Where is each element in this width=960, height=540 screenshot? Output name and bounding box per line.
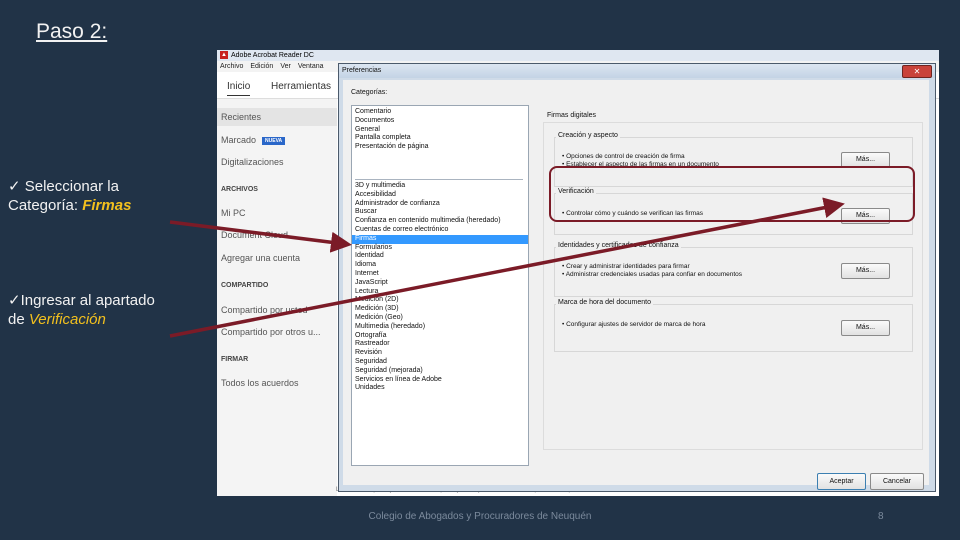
footer-text: Colegio de Abogados y Procuradores de Ne… — [368, 511, 592, 522]
arrow-to-verificacion — [169, 197, 845, 338]
annotation-arrows — [169, 197, 845, 338]
arrow-to-firmas — [169, 220, 352, 253]
page-number: 8 — [878, 511, 884, 522]
